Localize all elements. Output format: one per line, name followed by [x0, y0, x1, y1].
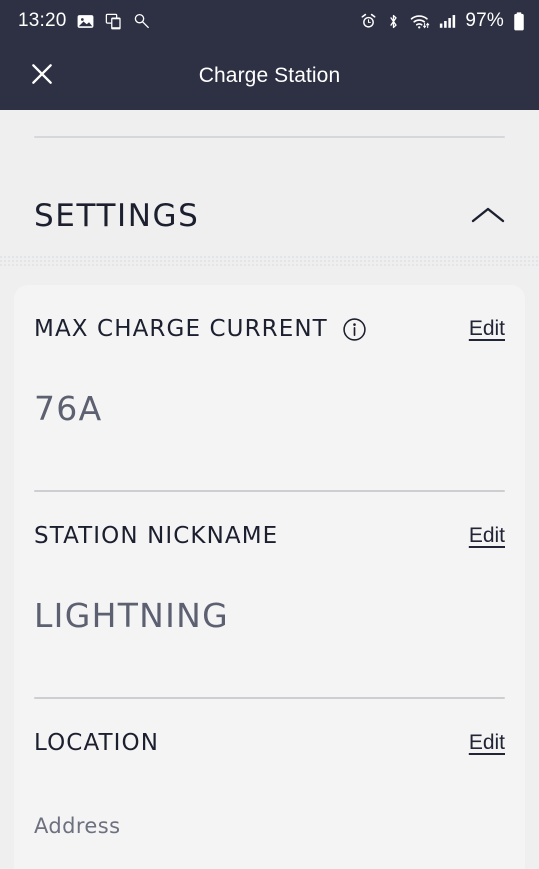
field-value-max-charge-current: 76A: [34, 389, 103, 428]
edit-link-station-nickname[interactable]: Edit: [469, 524, 505, 548]
page-body: SETTINGS MAX CHARGE CURRENT Edit 76A STA…: [0, 110, 539, 869]
edit-link-max-charge-current[interactable]: Edit: [469, 317, 505, 341]
field-header: MAX CHARGE CURRENT Edit: [14, 285, 525, 373]
chevron-up-icon[interactable]: [467, 195, 509, 237]
edit-link-location[interactable]: Edit: [469, 731, 505, 755]
battery-percent-label: 97%: [465, 10, 504, 31]
section-separator-texture: [0, 256, 539, 268]
settings-section-header[interactable]: SETTINGS: [0, 170, 539, 262]
field-label-text: STATION NICKNAME: [34, 523, 279, 549]
screen-mirror-icon: [104, 12, 123, 31]
field-label-text: LOCATION: [34, 730, 160, 756]
info-circle-icon[interactable]: [342, 317, 367, 342]
field-label: MAX CHARGE CURRENT: [34, 316, 367, 342]
status-bar-right: 97%: [360, 10, 525, 32]
battery-icon: [513, 11, 525, 31]
cellular-signal-icon: [439, 13, 456, 29]
field-header: STATION NICKNAME Edit: [14, 492, 525, 580]
status-bar-clock: 13:20: [18, 10, 67, 31]
page-title: Charge Station: [198, 64, 341, 87]
status-bar-left: 13:20: [18, 10, 151, 32]
photo-icon: [76, 12, 95, 31]
field-label-text: MAX CHARGE CURRENT: [34, 316, 328, 342]
field-value-station-nickname: LIGHTNING: [34, 596, 230, 635]
magnifier-icon: [132, 12, 151, 31]
bluetooth-icon: [386, 13, 401, 30]
top-divider: [34, 136, 505, 138]
field-max-charge-current: MAX CHARGE CURRENT Edit 76A: [14, 285, 525, 445]
status-bar: 13:20 97%: [0, 0, 539, 42]
field-location: LOCATION Edit Address: [14, 699, 525, 838]
settings-section-title: SETTINGS: [34, 198, 200, 234]
close-icon: [29, 61, 55, 91]
field-label: STATION NICKNAME: [34, 523, 278, 549]
close-button[interactable]: [22, 56, 62, 96]
field-header: LOCATION Edit: [14, 699, 525, 787]
field-station-nickname: STATION NICKNAME Edit LIGHTNING: [14, 492, 525, 652]
address-sub-label: Address: [34, 814, 121, 838]
charge-station-screen: 13:20 97% Charge Station SETTINGS MAX CH…: [0, 0, 539, 869]
field-label: LOCATION: [34, 730, 159, 756]
wifi-icon: [410, 13, 430, 30]
app-bar: Charge Station: [0, 42, 539, 110]
alarm-icon: [360, 13, 377, 30]
settings-card: MAX CHARGE CURRENT Edit 76A STATION NICK…: [14, 285, 525, 869]
